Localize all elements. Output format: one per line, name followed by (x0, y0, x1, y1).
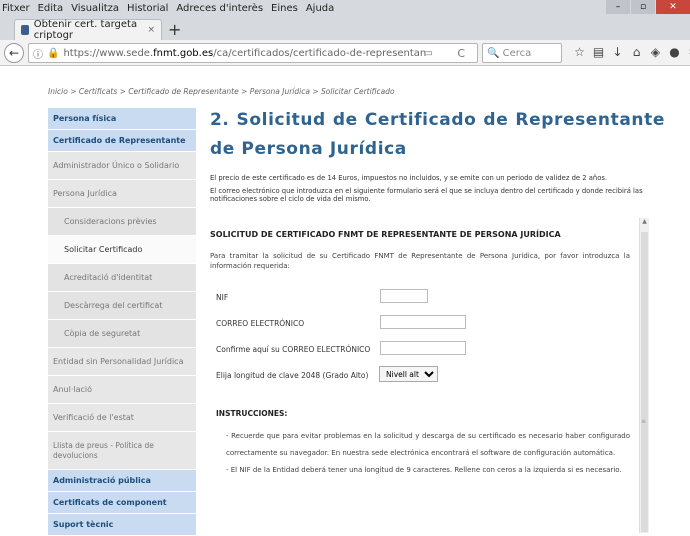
instructions-list: - Recuerde que para evitar problemas en … (210, 428, 630, 479)
minimize-icon[interactable]: – (606, 0, 630, 14)
search-icon: 🔍 (487, 47, 503, 59)
sidebar-item-copia[interactable]: Còpia de seguretat (48, 320, 196, 348)
sidebar-item-suport-tecnic[interactable]: Suport tècnic (48, 514, 196, 536)
nif-input[interactable] (380, 289, 428, 303)
email-label: CORREO ELECTRÓNICO (216, 319, 305, 328)
form-heading: SOLICITUD DE CERTIFICADO FNMT DE REPRESE… (210, 230, 561, 239)
close-window-icon[interactable]: ✕ (656, 0, 690, 14)
toolbar-icons: ☆ ▤ ↓ ⌂ ◈ ● ✲ ≡ (570, 45, 690, 59)
url-path: /ca/certificados/certificado-de-represen… (213, 47, 427, 59)
window-controls: – ▫ ✕ (605, 0, 690, 14)
key-length-row: Elija longitud de clave 2048 (Grado Alto… (210, 363, 655, 389)
url-domain: fnmt.gob.es (153, 47, 214, 59)
tab-bar: Obtenir cert. targeta criptogr × + (0, 16, 690, 41)
nif-label: NIF (216, 293, 229, 302)
price-info: El precio de este certificado es de 14 E… (210, 174, 608, 182)
addon-icon[interactable]: ✲ (684, 45, 690, 59)
key-length-label: Elija longitud de clave 2048 (Grado Alto… (216, 371, 369, 380)
extension-icon[interactable]: ● (665, 45, 684, 59)
sidebar-item-consideracions[interactable]: Consideracions prèvies (48, 208, 196, 236)
sidebar-item-entidad-sin-personalidad[interactable]: Entidad sin Personalidad Jurídica (48, 348, 196, 376)
new-tab-icon[interactable]: + (168, 20, 181, 39)
request-form-frame: SOLICITUD DE CERTIFICADO FNMT DE REPRESE… (210, 218, 655, 533)
main-content: 2. Solicitud de Certificado de Represent… (210, 106, 665, 208)
menu-visualitza[interactable]: Visualitza (71, 3, 119, 14)
url-bar[interactable]: ⓘ 🔒 https://www.sede. fnmt.gob.es/ca/cert… (28, 43, 478, 63)
instruction-item: - El NIF de la Entidad deberá tener una … (226, 466, 622, 474)
confirm-email-input[interactable] (380, 341, 466, 355)
form-scrollbar[interactable]: ▲ ≡ (639, 218, 649, 533)
sidebar-item-certificats-component[interactable]: Certificats de component (48, 492, 196, 514)
email-row: CORREO ELECTRÓNICO (210, 311, 655, 337)
menu-ajuda[interactable]: Ajuda (306, 3, 334, 14)
back-arrow-icon[interactable]: ← (4, 43, 24, 63)
sidebar: Persona física Certificado de Representa… (48, 108, 196, 536)
scrollbar-thumb[interactable] (641, 232, 648, 532)
menu-bar: Fitxer Edita Visualitza Historial Adrece… (0, 0, 690, 16)
confirm-email-row: Confirme aquí su CORREO ELECTRÓNICO (210, 337, 655, 363)
pocket-icon[interactable]: ◈ (646, 45, 665, 59)
search-input[interactable]: 🔍 Cerca (482, 43, 562, 63)
form-description: Para tramitar la solicitud de su Certifi… (210, 252, 630, 270)
nav-toolbar: ← ⓘ 🔒 https://www.sede. fnmt.gob.es/ca/ce… (0, 40, 690, 66)
scroll-up-icon[interactable]: ▲ (640, 218, 649, 225)
reload-icon[interactable]: C (457, 47, 465, 60)
info-icon[interactable]: ⓘ (33, 46, 43, 61)
sidebar-item-persona-juridica[interactable]: Persona Jurídica (48, 180, 196, 208)
nif-row: NIF (210, 285, 655, 311)
sidebar-item-certificado-representante[interactable]: Certificado de Representante (48, 130, 196, 152)
browser-tab[interactable]: Obtenir cert. targeta criptogr × (14, 19, 162, 41)
menu-eines[interactable]: Eines (271, 3, 298, 14)
home-icon[interactable]: ⌂ (627, 45, 646, 59)
maximize-icon[interactable]: ▫ (631, 0, 655, 14)
scroll-grip-icon: ≡ (641, 418, 647, 425)
lock-icon: 🔒 (47, 47, 60, 59)
confirm-email-label: Confirme aquí su CORREO ELECTRÓNICO (216, 345, 371, 354)
tab-close-icon[interactable]: × (147, 25, 155, 35)
sidebar-item-administrador[interactable]: Administrador Único o Solidario (48, 152, 196, 180)
instructions-heading: INSTRUCCIONES: (216, 409, 288, 418)
sidebar-item-solicitar[interactable]: Solicitar Certificado (48, 236, 196, 264)
search-placeholder: Cerca (502, 47, 532, 59)
sidebar-item-llista-preus[interactable]: Llista de preus - Política de devolucion… (48, 432, 196, 470)
page-content: Inicio > Certificats > Certificado de Re… (0, 66, 690, 536)
download-icon[interactable]: ↓ (608, 45, 627, 59)
intro-text: El precio de este certificado es de 14 E… (210, 174, 665, 203)
breadcrumb[interactable]: Inicio > Certificats > Certificado de Re… (48, 87, 395, 96)
reader-view-icon[interactable]: ▭ (424, 48, 433, 59)
instruction-item: - Recuerde que para evitar problemas en … (226, 432, 630, 457)
sidebar-item-administracio-publica[interactable]: Administració pública (48, 470, 196, 492)
sidebar-item-acreditacio[interactable]: Acreditació d'identitat (48, 264, 196, 292)
email-info: El correo electrónico que introduzca en … (210, 187, 643, 203)
page-title: 2. Solicitud de Certificado de Represent… (210, 110, 665, 159)
bookmark-star-icon[interactable]: ☆ (570, 45, 589, 59)
bookmarks-library-icon[interactable]: ▤ (589, 45, 608, 59)
url-prefix: https://www.sede. (63, 47, 154, 59)
menu-adreces[interactable]: Adreces d'interès (176, 3, 263, 14)
key-length-select[interactable]: Nivell alt (379, 366, 438, 382)
sidebar-item-anulacio[interactable]: Anul·lació (48, 376, 196, 404)
favicon-icon (21, 25, 29, 35)
tab-title: Obtenir cert. targeta criptogr (33, 19, 138, 41)
email-input[interactable] (380, 315, 466, 329)
menu-historial[interactable]: Historial (127, 3, 168, 14)
sidebar-item-persona-fisica[interactable]: Persona física (48, 108, 196, 130)
sidebar-item-descarrega[interactable]: Descàrrega del certificat (48, 292, 196, 320)
sidebar-item-verificacio[interactable]: Verificació de l'estat (48, 404, 196, 432)
menu-edita[interactable]: Edita (38, 3, 64, 14)
menu-fitxer[interactable]: Fitxer (2, 3, 30, 14)
